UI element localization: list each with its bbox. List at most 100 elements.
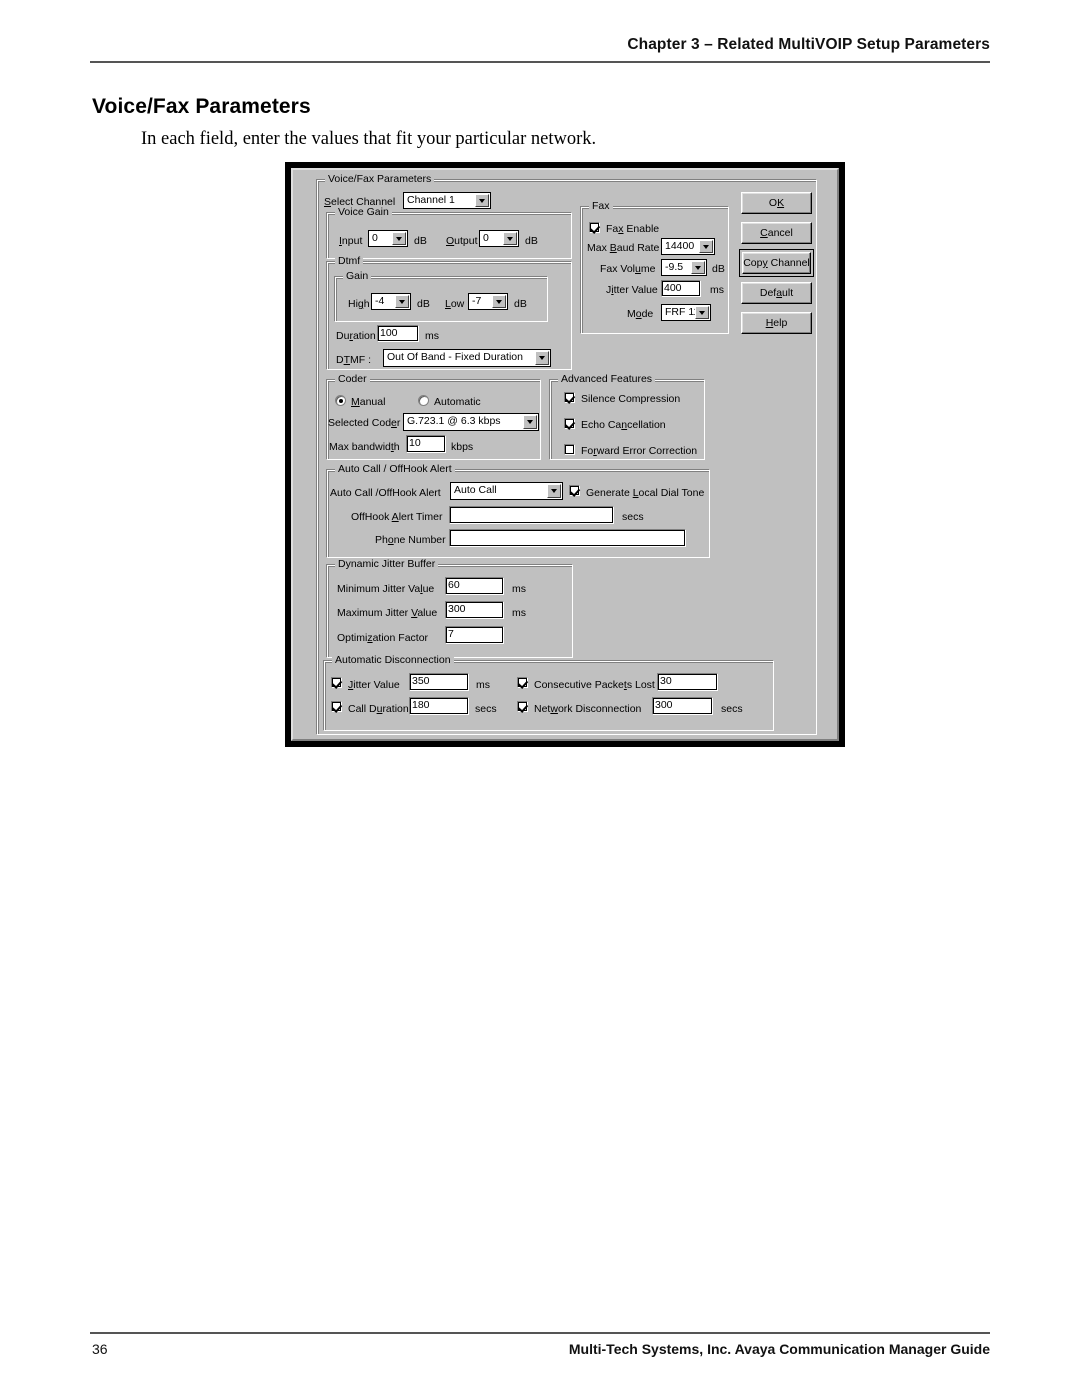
auto-disc-call-duration-input[interactable]: 180 — [409, 697, 469, 715]
coder-manual-label: Manual — [351, 396, 386, 408]
chevron-down-icon[interactable] — [503, 232, 517, 245]
auto-disc-jitter-unit: ms — [476, 679, 490, 691]
optimization-factor-input[interactable]: 7 — [445, 626, 504, 644]
max-bandwidth-label: Max bandwidth — [329, 441, 400, 453]
auto-disc-jitter-value: 350 — [412, 675, 430, 687]
generate-local-dial-tone-label: Generate Local Dial Tone — [586, 487, 705, 499]
auto-disc-jitter-input[interactable]: 350 — [409, 673, 469, 691]
auto-call-mode-combobox[interactable]: Auto Call — [450, 482, 563, 500]
max-bandwidth-input[interactable]: 10 — [406, 435, 446, 453]
auto-disc-network-value: 300 — [655, 699, 673, 711]
auto-disc-jitter-label: Jitter Value — [348, 679, 400, 691]
coder-manual-radio[interactable] — [335, 395, 346, 406]
voice-gain-input-combobox[interactable]: 0 — [368, 230, 408, 247]
copy-channel-button-label: Copy Channel — [743, 257, 810, 269]
group-caption-dynamic-jitter-buffer: Dynamic Jitter Buffer — [335, 559, 439, 570]
auto-call-mode-label: Auto Call /OffHook Alert — [330, 487, 441, 499]
group-caption-voice-gain: Voice Gain — [335, 207, 392, 218]
dtmf-duration-input[interactable]: 100 — [377, 325, 419, 342]
ok-button[interactable]: OK — [741, 192, 812, 214]
group-caption-dtmf: Dtmf — [335, 256, 364, 267]
dtmf-mode-combobox[interactable]: Out Of Band - Fixed Duration — [383, 349, 551, 367]
dtmf-low-combobox[interactable]: -7 — [468, 293, 508, 310]
fax-enable-checkbox[interactable] — [589, 222, 600, 233]
coder-automatic-label: Automatic — [434, 396, 481, 408]
selected-coder-value: G.723.1 @ 6.3 kbps — [407, 415, 501, 427]
body-paragraph: In each field, enter the values that fit… — [141, 129, 597, 149]
max-bandwidth-value: 10 — [409, 437, 421, 449]
dtmf-high-combobox[interactable]: -4 — [371, 293, 411, 310]
dtmf-low-label: Low — [445, 298, 465, 310]
fax-volume-combobox[interactable]: -9.5 — [661, 259, 707, 276]
fax-baud-combobox[interactable]: 14400 — [661, 238, 715, 255]
voice-gain-input-label: Input — [339, 235, 363, 247]
echo-cancellation-label: Echo Cancellation — [581, 419, 666, 431]
chevron-down-icon[interactable] — [699, 240, 713, 253]
forward-error-correction-checkbox[interactable] — [564, 444, 575, 455]
auto-disc-call-duration-label: Call Duration — [348, 703, 409, 715]
voice-gain-output-combobox[interactable]: 0 — [479, 230, 519, 247]
generate-local-dial-tone-checkbox[interactable] — [569, 485, 580, 496]
chevron-down-icon[interactable] — [535, 351, 549, 365]
silence-compression-checkbox[interactable] — [564, 392, 575, 403]
minimum-jitter-input[interactable]: 60 — [445, 577, 504, 595]
auto-disc-packets-lost-checkbox[interactable] — [517, 677, 528, 688]
dtmf-high-unit: dB — [417, 298, 430, 310]
auto-disc-network-checkbox[interactable] — [517, 701, 528, 712]
dtmf-duration-label: Duration — [336, 330, 376, 342]
document-page: Chapter 3 – Related MultiVOIP Setup Para… — [0, 0, 1080, 1397]
chevron-down-icon[interactable] — [475, 194, 489, 207]
dtmf-low-value: -7 — [472, 295, 482, 307]
voice-gain-output-value: 0 — [483, 232, 489, 244]
chevron-down-icon[interactable] — [547, 484, 561, 498]
chevron-down-icon[interactable] — [691, 261, 705, 274]
dtmf-duration-unit: ms — [425, 330, 439, 342]
group-caption-automatic-disconnection: Automatic Disconnection — [332, 655, 454, 666]
fax-volume-value: -9.5 — [665, 261, 684, 273]
dtmf-high-label: High — [348, 298, 370, 310]
voice-fax-parameters-dialog: Voice/Fax Parameters SSelect Channelelec… — [291, 168, 839, 741]
silence-compression-label: Silence Compression — [581, 393, 681, 405]
auto-disc-jitter-checkbox[interactable] — [331, 677, 342, 688]
cancel-button[interactable]: Cancel — [741, 222, 812, 244]
auto-call-mode-value: Auto Call — [454, 484, 497, 496]
voice-gain-input-unit: dB — [414, 235, 427, 247]
chevron-down-icon[interactable] — [395, 295, 409, 308]
auto-disc-network-input[interactable]: 300 — [652, 697, 713, 715]
maximum-jitter-input[interactable]: 300 — [445, 601, 504, 619]
fax-jitter-input[interactable]: 400 — [661, 280, 701, 297]
auto-disc-call-duration-unit: secs — [475, 703, 497, 715]
fax-mode-combobox[interactable]: FRF 11 — [661, 304, 711, 321]
dtmf-mode-value: Out Of Band - Fixed Duration — [387, 351, 523, 363]
select-channel-combobox[interactable]: Channel 1 — [403, 192, 491, 209]
chevron-down-icon[interactable] — [695, 306, 709, 319]
max-bandwidth-unit: kbps — [451, 441, 474, 453]
dtmf-high-value: -4 — [375, 295, 385, 307]
page-title: Voice/Fax Parameters — [92, 95, 311, 118]
auto-disc-packets-lost-input[interactable]: 30 — [657, 673, 718, 691]
chevron-down-icon[interactable] — [392, 232, 406, 245]
default-button[interactable]: Default — [741, 282, 812, 304]
phone-number-input[interactable] — [449, 529, 686, 547]
offhook-alert-timer-label: OffHook Alert Timer — [351, 511, 443, 523]
help-button[interactable]: Help — [741, 312, 812, 334]
offhook-alert-timer-input[interactable] — [449, 506, 614, 524]
coder-automatic-radio[interactable] — [418, 395, 429, 406]
group-caption-dtmf-gain: Gain — [343, 271, 372, 282]
dtmf-mode-label: DTMF : — [336, 354, 372, 366]
running-header: Chapter 3 – Related MultiVOIP Setup Para… — [627, 36, 990, 53]
copy-channel-button[interactable]: Copy Channel — [739, 249, 814, 277]
echo-cancellation-checkbox[interactable] — [564, 418, 575, 429]
chevron-down-icon[interactable] — [523, 415, 537, 429]
default-button-label: Default — [759, 287, 794, 299]
optimization-factor-value: 7 — [448, 628, 454, 640]
phone-number-label: Phone Number — [375, 534, 446, 546]
group-caption-fax: Fax — [589, 201, 613, 212]
auto-disc-call-duration-checkbox[interactable] — [331, 701, 342, 712]
selected-coder-label: Selected Coder — [328, 417, 401, 429]
chevron-down-icon[interactable] — [492, 295, 506, 308]
selected-coder-combobox[interactable]: G.723.1 @ 6.3 kbps — [403, 413, 539, 431]
group-caption-voice-fax-parameters: Voice/Fax Parameters — [325, 174, 435, 185]
minimum-jitter-unit: ms — [512, 583, 526, 595]
fax-mode-label: Mode — [627, 308, 654, 320]
